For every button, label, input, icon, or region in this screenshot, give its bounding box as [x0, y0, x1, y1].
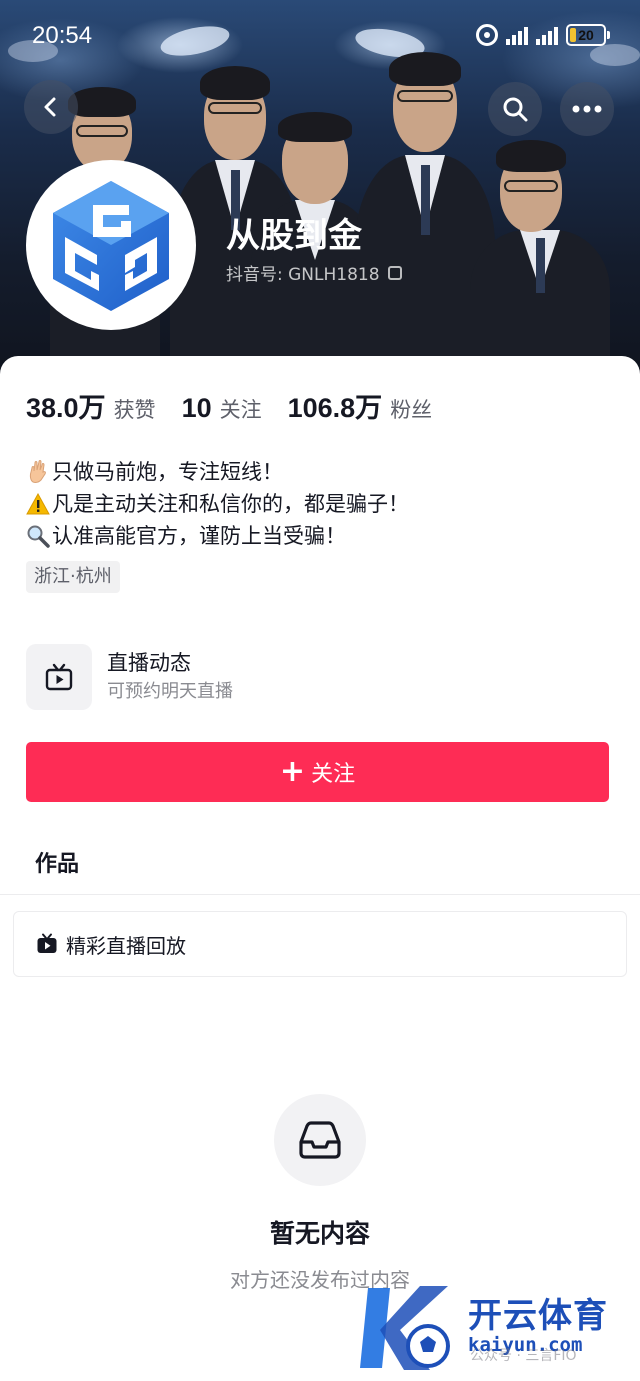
hand-icon: [26, 460, 50, 484]
stat-value: 106.8万: [287, 393, 383, 423]
douyin-id-text: 抖音号: GNLH1818: [226, 265, 380, 285]
status-icons: 20: [476, 24, 610, 46]
profile-cover: 20:54 20 从股到金 抖音号: GNLH1818: [0, 0, 640, 380]
stats-row: 38.0万 获赞 10 关注 106.8万 粉丝: [26, 386, 458, 425]
profile-name: 从股到金: [226, 216, 362, 256]
bio-line: 只做马前炮，专注短线！: [26, 456, 616, 488]
search-button[interactable]: [488, 82, 542, 136]
watermark-source: 公众号 · 三言FIO: [470, 1348, 577, 1364]
live-subtitle: 可预约明天直播: [107, 681, 233, 702]
battery-level: [570, 28, 576, 42]
signal-icon: [506, 25, 528, 45]
status-bar: 20:54 20: [0, 0, 640, 64]
magnifier-icon: [26, 524, 50, 548]
stat-likes[interactable]: 38.0万 获赞: [26, 386, 156, 425]
copy-icon[interactable]: [387, 265, 402, 280]
inbox-tray-icon: [299, 1121, 341, 1159]
empty-state-title: 暂无内容: [269, 1219, 370, 1248]
back-button[interactable]: [24, 80, 78, 134]
battery-text: 20: [578, 27, 594, 43]
live-title: 直播动态: [107, 651, 191, 675]
douyin-id[interactable]: 抖音号: GNLH1818: [226, 260, 402, 285]
stat-value: 10: [181, 393, 212, 423]
bio: 只做马前炮，专注短线！ 凡是主动关注和私信你的，都是骗子！ 认准高能官方，谨防上…: [26, 456, 616, 552]
stat-label: 获赞: [113, 398, 156, 422]
empty-state-icon-container: [274, 1094, 366, 1186]
chevron-left-icon: [44, 97, 56, 117]
bio-line: 认准高能官方，谨防上当受骗！: [26, 520, 616, 552]
follow-label: 关注: [311, 762, 356, 787]
more-horizontal-icon: [572, 105, 602, 113]
replay-label: 精彩直播回放: [66, 933, 186, 958]
signal-icon: [536, 25, 558, 45]
live-replay-card[interactable]: 精彩直播回放: [13, 911, 627, 977]
presenter-figure: [470, 140, 610, 380]
more-button[interactable]: [560, 82, 614, 136]
follow-button[interactable]: + 关注: [26, 742, 609, 802]
kaiyun-logo-icon: [360, 1286, 450, 1370]
plus-icon: +: [279, 754, 306, 789]
status-time: 20:54: [32, 22, 93, 49]
bio-line: 凡是主动关注和私信你的，都是骗子！: [26, 488, 616, 520]
hotspot-icon: [476, 24, 498, 46]
battery-icon: 20: [566, 24, 610, 46]
location-tag[interactable]: 浙江·杭州: [26, 561, 120, 593]
tv-icon: [37, 933, 57, 953]
gg-logo-icon: [53, 181, 169, 311]
divider: [0, 894, 640, 895]
live-icon-container: [26, 644, 92, 710]
warning-icon: [26, 492, 50, 516]
tv-icon: [45, 663, 73, 691]
profile-sheet: 38.0万 获赞 10 关注 106.8万 粉丝 只做马前炮，专注短线！ 凡是主…: [0, 356, 640, 1381]
stat-following[interactable]: 10 关注: [182, 393, 262, 424]
live-text: 直播动态 可预约明天直播: [107, 648, 233, 706]
stat-label: 粉丝: [390, 398, 433, 422]
stat-followers[interactable]: 106.8万 粉丝: [288, 386, 433, 425]
live-status-entry[interactable]: 直播动态 可预约明天直播: [26, 642, 426, 712]
bio-text: 只做马前炮，专注短线！: [52, 460, 283, 484]
tab-works[interactable]: 作品: [35, 846, 79, 878]
bio-text: 凡是主动关注和私信你的，都是骗子！: [52, 492, 409, 516]
watermark-brand: 开云体育: [468, 1296, 608, 1336]
bio-text: 认准高能官方，谨防上当受骗！: [52, 524, 346, 548]
search-icon: [503, 97, 528, 122]
stat-label: 关注: [219, 398, 262, 422]
stat-value: 38.0万: [26, 393, 106, 423]
avatar[interactable]: [26, 160, 196, 330]
